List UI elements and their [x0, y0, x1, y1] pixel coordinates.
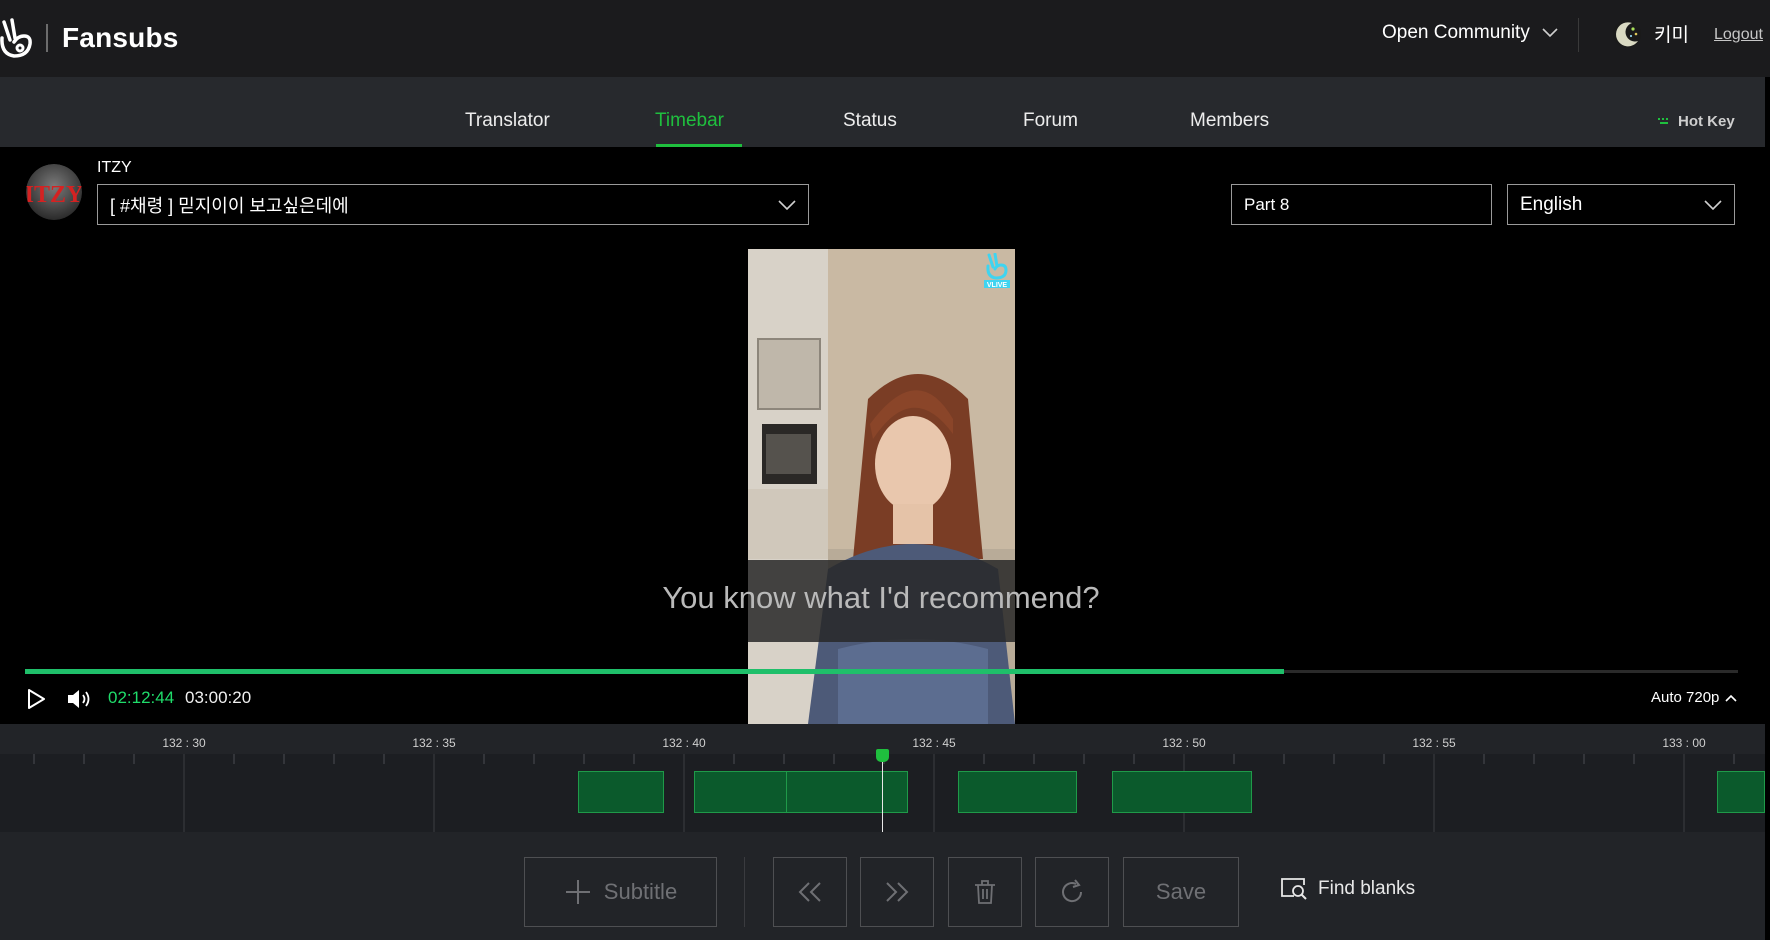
- quality-label: Auto 720p: [1651, 689, 1720, 706]
- channel-name: ITZY: [97, 159, 132, 176]
- subtitle-segment[interactable]: [1112, 771, 1252, 813]
- progress-fill: [25, 669, 1285, 674]
- vlive-watermark-icon: VLIVE: [984, 253, 1010, 289]
- volume-icon[interactable]: [66, 687, 94, 711]
- previous-button[interactable]: [773, 857, 847, 927]
- part-input[interactable]: [1231, 184, 1492, 225]
- tick-label: 133 : 00: [1662, 736, 1706, 750]
- find-blanks-label: Find blanks: [1318, 878, 1416, 899]
- video-frame[interactable]: [748, 249, 1015, 724]
- current-time: 02:12:44: [108, 688, 175, 707]
- tick-label: 132 : 30: [162, 736, 206, 750]
- subtitle-segment[interactable]: [786, 771, 908, 813]
- tick-label: 132 : 35: [412, 736, 456, 750]
- subtitle-overlay-text: You know what I'd recommend?: [662, 580, 1100, 615]
- refresh-icon: [1062, 879, 1083, 903]
- playhead-line: [882, 755, 883, 832]
- active-tab-indicator: [656, 144, 742, 147]
- tab-status[interactable]: Status: [843, 110, 897, 132]
- double-chevron-right-icon: [886, 882, 909, 902]
- duration-time: 03:00:20: [185, 688, 252, 707]
- hotkey-label: Hot Key: [1678, 113, 1735, 130]
- play-icon[interactable]: [26, 689, 46, 709]
- language-select[interactable]: English: [1507, 184, 1735, 225]
- subtitle-segment[interactable]: [578, 771, 664, 813]
- find-blanks-button[interactable]: Find blanks: [1280, 876, 1415, 902]
- tab-members[interactable]: Members: [1190, 110, 1269, 132]
- hotkey-button[interactable]: Hot Key: [1658, 113, 1735, 130]
- chevron-down-icon: [1542, 28, 1558, 38]
- next-button[interactable]: [860, 857, 934, 927]
- brand-name[interactable]: Fansubs: [62, 22, 179, 54]
- plus-icon: [565, 880, 590, 904]
- tick-label: 132 : 40: [662, 736, 706, 750]
- chevron-up-icon: [1725, 694, 1737, 702]
- tick-label: 132 : 55: [1412, 736, 1456, 750]
- chevron-down-icon: [1704, 200, 1722, 210]
- tick-label: 132 : 50: [1162, 736, 1206, 750]
- svg-text:VLIVE: VLIVE: [987, 282, 1008, 289]
- subtitle-segment[interactable]: [958, 771, 1077, 813]
- refresh-button[interactable]: [1035, 857, 1109, 927]
- tab-timebar[interactable]: Timebar: [655, 110, 724, 132]
- save-button[interactable]: Save: [1123, 857, 1239, 927]
- search-window-icon: [1281, 878, 1307, 900]
- user-avatar[interactable]: [1612, 19, 1642, 49]
- community-label: Open Community: [1382, 22, 1530, 43]
- add-subtitle-label: Subtitle: [603, 879, 678, 904]
- add-subtitle-button[interactable]: Subtitle: [524, 857, 717, 927]
- quality-selector[interactable]: Auto 720p: [1651, 689, 1737, 706]
- header-divider: [1578, 18, 1579, 52]
- tick-label: 132 : 45: [912, 736, 956, 750]
- logout-link[interactable]: Logout: [1714, 26, 1763, 44]
- logo-divider: [46, 24, 48, 52]
- community-dropdown[interactable]: Open Community: [1382, 22, 1558, 44]
- tab-forum[interactable]: Forum: [1023, 110, 1078, 132]
- keyboard-icon: [1658, 117, 1668, 124]
- playhead-handle[interactable]: [876, 749, 889, 762]
- channel-logo: ITZY: [26, 164, 82, 220]
- delete-button[interactable]: [948, 857, 1022, 927]
- subtitle-segment[interactable]: [1717, 771, 1765, 813]
- trash-icon: [975, 880, 995, 904]
- toolbar-divider: [744, 857, 745, 927]
- v-hand-logo-icon[interactable]: [0, 18, 34, 60]
- double-chevron-left-icon: [798, 882, 821, 902]
- video-select[interactable]: [ #채령 ] 믿지이이 보고싶은데에: [97, 184, 809, 225]
- username: 키미: [1654, 25, 1689, 46]
- language-value: English: [1520, 193, 1583, 215]
- subtitle-segment[interactable]: [694, 771, 787, 813]
- tab-translator[interactable]: Translator: [465, 110, 550, 132]
- save-label: Save: [1155, 879, 1207, 904]
- svg-text:ITZY: ITZY: [26, 182, 82, 208]
- chevron-down-icon: [778, 200, 796, 210]
- video-select-value: [ #채령 ] 믿지이이 보고싶은데에: [110, 195, 349, 216]
